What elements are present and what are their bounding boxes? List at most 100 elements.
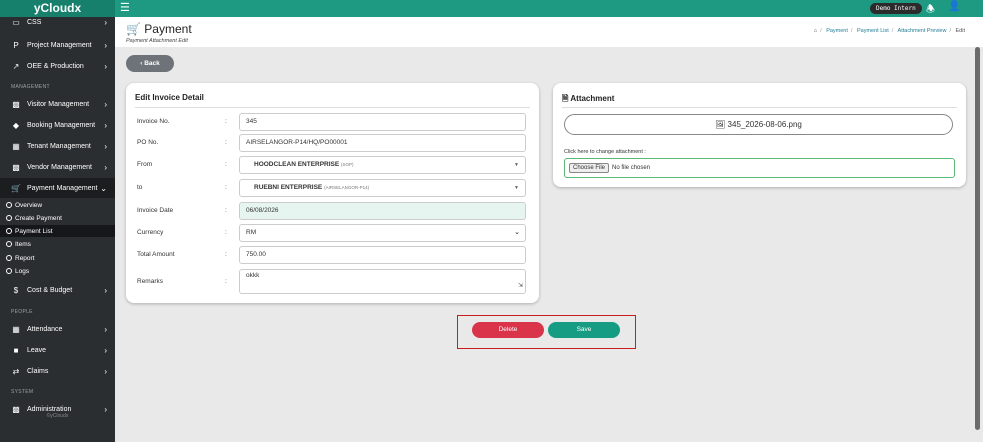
- colon: :: [225, 251, 227, 258]
- project-icon: P: [13, 40, 19, 50]
- save-button[interactable]: Save: [548, 322, 620, 338]
- invoice-no-input[interactable]: 345: [239, 113, 526, 131]
- resize-handle-icon[interactable]: ⇲: [518, 280, 523, 292]
- circle-icon: [6, 215, 12, 221]
- sidebar-item-tenant-management[interactable]: ▦ Tenant Management ›: [0, 136, 115, 156]
- invoice-date-row: Invoice Date : 06/08/2026: [137, 202, 527, 220]
- sidebar-item-oee-production[interactable]: ↗ OEE & Production ›: [0, 56, 115, 76]
- submenu-item-report[interactable]: Report: [0, 252, 115, 264]
- to-label: to: [137, 184, 143, 191]
- colon: :: [225, 118, 227, 125]
- sidebar-item-label: Payment Management: [27, 184, 98, 192]
- breadcrumb-current: Edit: [955, 28, 965, 34]
- user-role-badge: Demo Intern: [870, 3, 922, 14]
- back-button[interactable]: ‹ Back: [126, 55, 174, 72]
- choose-file-button[interactable]: Choose File: [569, 163, 610, 173]
- attachment-file-name: 345_2026-08-06.png: [727, 120, 802, 129]
- invoice-date-label: Invoice Date: [137, 207, 174, 214]
- remarks-row: Remarks : okkk ⇲: [137, 269, 527, 294]
- page-title-text: Payment: [144, 22, 192, 36]
- sidebar-item-leave[interactable]: ■ Leave ›: [0, 340, 115, 360]
- invoice-date-input[interactable]: 06/08/2026: [239, 202, 526, 220]
- attachment-file-input[interactable]: Choose File No file chosen: [564, 158, 955, 178]
- file-icon: 🗎: [562, 94, 569, 103]
- breadcrumb-attachment-preview[interactable]: Attachment Preview: [898, 28, 947, 34]
- caret-down-icon: ▼: [514, 162, 519, 168]
- menu-toggle-icon[interactable]: ☰: [120, 2, 130, 14]
- colon: :: [225, 161, 227, 168]
- total-amount-label: Total Amount: [137, 251, 175, 258]
- sidebar-item-project-management[interactable]: P Project Management ›: [0, 35, 115, 55]
- breadcrumb: ⌂ / Payment / Payment List / Attachment Pre…: [813, 28, 965, 34]
- home-icon[interactable]: ⌂: [814, 28, 817, 34]
- sidebar-item-visitor-management[interactable]: ▩ Visitor Management ›: [0, 94, 115, 114]
- building-icon: ▦: [12, 141, 20, 151]
- circle-icon: [6, 268, 12, 274]
- divider: [135, 107, 530, 108]
- from-row: From : HOODCLEAN ENTERPRISE (SOP) ▼: [137, 156, 527, 174]
- attachment-card: 🗎 Attachment 🖼 345_2026-08-06.png Click …: [553, 83, 966, 187]
- remarks-value: okkk: [246, 272, 260, 279]
- circle-icon: [6, 255, 12, 261]
- attachment-file-link[interactable]: 🖼 345_2026-08-06.png: [564, 114, 953, 135]
- brand-logo[interactable]: yCloudx: [0, 0, 115, 17]
- chevron-right-icon: ›: [104, 17, 107, 27]
- section-heading-people: PEOPLE: [11, 309, 33, 315]
- submenu-label: Logs: [15, 267, 30, 275]
- chevron-right-icon: ›: [104, 285, 107, 295]
- to-select[interactable]: RUEBNI ENTERPRISE (AIRSELANGOR-P14) ▼: [239, 179, 526, 197]
- sidebar-item-label: Tenant Management: [27, 142, 91, 150]
- remarks-textarea[interactable]: okkk ⇲: [239, 269, 526, 294]
- circle-icon: [6, 228, 12, 234]
- submenu-item-overview[interactable]: Overview: [0, 199, 115, 211]
- sidebar-item-claims[interactable]: ⇄ Claims ›: [0, 361, 115, 381]
- sidebar-item-label: OEE & Production: [27, 62, 84, 70]
- change-attachment-label: Click here to change attachment :: [564, 149, 646, 155]
- breadcrumb-payment[interactable]: Payment: [826, 28, 848, 34]
- no-file-text: No file chosen: [612, 165, 651, 171]
- dollar-icon: $: [13, 285, 19, 295]
- page-scrollbar[interactable]: [975, 47, 980, 430]
- chevron-right-icon: ›: [104, 40, 107, 50]
- page-subtitle: Payment Attachment Edit: [126, 38, 188, 44]
- po-no-input[interactable]: AIRSELANGOR-P14/HQ/PO00001: [239, 134, 526, 152]
- page-title: 🛒 Payment: [126, 22, 192, 36]
- submenu-label: Payment List: [15, 227, 53, 235]
- breadcrumb-payment-list[interactable]: Payment List: [857, 28, 889, 34]
- from-select[interactable]: HOODCLEAN ENTERPRISE (SOP) ▼: [239, 156, 526, 174]
- css-icon: ▭: [12, 17, 20, 27]
- exchange-icon: ⇄: [12, 366, 20, 376]
- submenu-label: Create Payment: [15, 214, 62, 222]
- section-heading-management: MANAGEMENT: [11, 84, 50, 90]
- sidebar-item-css[interactable]: ▭ CSS ›: [0, 17, 115, 32]
- section-heading-system: SYSTEM: [11, 389, 34, 395]
- sidebar-item-payment-management[interactable]: 🛒 Payment Management ⌄: [0, 178, 115, 198]
- delete-button[interactable]: Delete: [472, 322, 544, 338]
- invoice-detail-card: Edit Invoice Detail Invoice No. : 345 PO…: [126, 83, 539, 303]
- sidebar: ▭ CSS › P Project Management › ↗ OEE & P…: [0, 17, 115, 442]
- po-no-row: PO No. : AIRSELANGOR-P14/HQ/PO00001: [137, 134, 527, 152]
- chevron-right-icon: ›: [104, 120, 107, 130]
- total-amount-row: Total Amount : 750.00: [137, 246, 527, 264]
- chevron-right-icon: ›: [104, 366, 107, 376]
- colon: :: [225, 278, 227, 285]
- chevron-right-icon: ›: [104, 345, 107, 355]
- sidebar-item-booking-management[interactable]: ◆ Booking Management ›: [0, 115, 115, 135]
- sidebar-item-label: CSS: [27, 18, 42, 26]
- total-amount-input[interactable]: 750.00: [239, 246, 526, 264]
- sidebar-item-cost-budget[interactable]: $ Cost & Budget ›: [0, 280, 115, 300]
- cart-icon: 🛒: [11, 183, 21, 193]
- attendance-icon: ▦: [12, 324, 20, 334]
- submenu-item-payment-list[interactable]: Payment List: [0, 225, 115, 237]
- chevron-right-icon: ›: [104, 61, 107, 71]
- submenu-item-items[interactable]: Items: [0, 238, 115, 250]
- circle-icon: [6, 202, 12, 208]
- submenu-item-create-payment[interactable]: Create Payment: [0, 212, 115, 224]
- to-row: to : RUEBNI ENTERPRISE (AIRSELANGOR-P14)…: [137, 179, 527, 197]
- sidebar-item-attendance[interactable]: ▦ Attendance ›: [0, 319, 115, 339]
- sidebar-item-vendor-management[interactable]: ▩ Vendor Management ›: [0, 157, 115, 177]
- currency-select[interactable]: RM ⌄: [239, 224, 526, 242]
- submenu-item-logs[interactable]: Logs: [0, 265, 115, 277]
- top-bar: [0, 0, 983, 17]
- user-profile-icon[interactable]: 👤: [948, 1, 960, 12]
